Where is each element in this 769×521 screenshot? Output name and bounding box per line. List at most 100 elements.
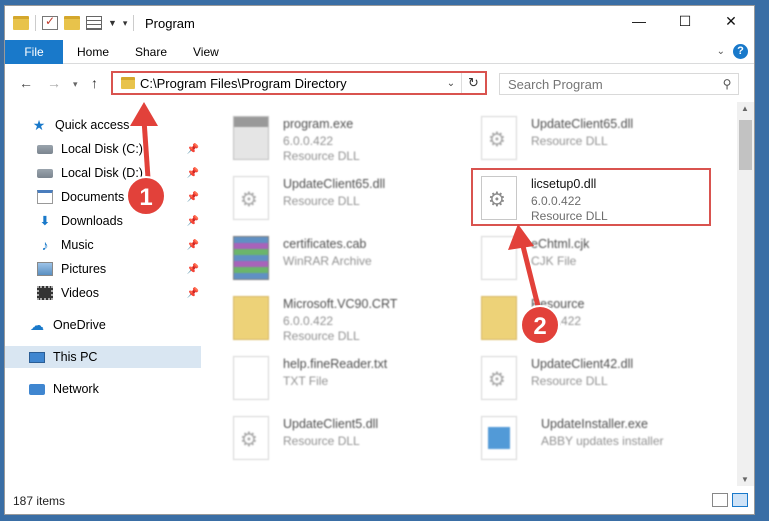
file-tile[interactable]: program.exe 6.0.0.422 Resource DLL [205,108,445,164]
file-tile[interactable]: UpdateClient42.dll Resource DLL [453,348,693,404]
file-detail: 6.0.0.422 [283,134,334,148]
up-button[interactable]: ↑ [91,75,98,91]
new-folder-icon[interactable] [64,16,80,30]
search-box[interactable]: ⚲ [499,73,739,95]
sidebar-item-label: Pictures [61,262,107,276]
close-button[interactable]: ✕ [708,6,754,36]
file-detail: Resource DLL [531,134,608,148]
sidebar-item-documents[interactable]: Documents 📌 [37,186,203,208]
pictures-icon [37,262,53,276]
tab-home[interactable]: Home [77,40,109,64]
vertical-scrollbar[interactable]: ▲ ▼ [737,102,754,486]
file-tile[interactable]: help.fineReader.txt TXT File [205,348,445,404]
tab-file[interactable]: File [5,40,63,64]
download-icon: ⬇ [39,214,51,228]
file-detail: Resource DLL [283,434,360,448]
recent-locations-button[interactable]: ▾ [73,79,78,90]
scroll-up-icon[interactable]: ▲ [741,104,749,113]
search-icon[interactable]: ⚲ [716,77,738,91]
view-options-icon[interactable] [86,16,102,30]
file-name: UpdateInstaller.exe [541,417,649,431]
pin-icon[interactable]: 📌 [187,144,199,155]
sidebar-item-downloads[interactable]: ⬇ Downloads 📌 [37,210,203,232]
sidebar-item-videos[interactable]: Videos 📌 [37,282,203,304]
sidebar-item-onedrive[interactable]: ☁ OneDrive [29,314,201,336]
maximize-button[interactable]: ☐ [662,6,708,36]
item-count: 187 items [13,494,66,508]
address-bar[interactable]: C:\Program Files\Program Directory ⌄ ↻ [111,71,487,95]
folder-icon [121,77,135,89]
dll-icon [481,356,517,400]
file-tile[interactable]: Microsoft.VC90.CRT 6.0.0.422 Resource DL… [205,288,445,344]
divider [133,15,135,31]
folder-icon [233,296,269,340]
details-view-icon[interactable] [712,493,728,507]
minimize-button[interactable]: — [616,6,662,36]
computer-icon [29,351,45,363]
installer-icon [481,416,517,460]
file-tile[interactable]: UpdateInstaller.exe ABBY updates install… [453,408,693,464]
tab-share[interactable]: Share [135,40,167,64]
disk-icon [37,144,53,154]
chevron-down-icon[interactable]: ▼ [108,18,117,28]
scroll-thumb[interactable] [739,120,752,170]
sidebar-item-label: Local Disk (C:) [61,142,143,156]
file-name: UpdateClient65.dll [283,177,386,191]
highlight-box-licsetup0 [471,168,711,226]
pin-icon[interactable]: 📌 [187,216,199,227]
sidebar-item-network[interactable]: Network [29,378,201,400]
file-detail: Resource DLL [283,149,360,163]
file-name: eChtml.cjk [531,237,590,251]
tab-view[interactable]: View [193,40,219,64]
file-tile[interactable]: UpdateClient5.dll Resource DLL [205,408,445,464]
sidebar-item-music[interactable]: ♪ Music 📌 [37,234,203,256]
window-controls: — ☐ ✕ [616,6,754,36]
dll-icon [233,176,269,220]
exe-icon [233,116,269,160]
address-path[interactable]: C:\Program Files\Program Directory [140,76,441,91]
file-tile[interactable]: eChtml.cjk CJK File [453,228,693,284]
customize-toolbar-icon[interactable]: ▾ [123,18,128,29]
file-detail: Resource DLL [283,329,360,343]
sidebar-item-label: Quick access [55,118,130,132]
help-icon[interactable]: ? [733,44,748,59]
sidebar-item-local-disk-c[interactable]: Local Disk (C:) 📌 [37,138,203,160]
refresh-button[interactable]: ↻ [461,73,485,93]
chevron-down-icon[interactable]: ⌄ [441,78,461,89]
file-tile[interactable]: certificates.cab WinRAR Archive [205,228,445,284]
sidebar-item-quick-access[interactable]: ★ Quick access [31,114,203,136]
forward-button[interactable]: → [47,75,61,91]
properties-check-icon[interactable] [42,14,58,30]
file-tile[interactable]: UpdateClient65.dll Resource DLL [205,168,445,224]
navigation-bar: ← → ▾ ↑ C:\Program Files\Program Directo… [5,64,754,102]
archive-icon [233,236,269,280]
sidebar-item-label: Music [61,238,94,252]
pin-icon[interactable]: 📌 [187,240,199,251]
sidebar-item-local-disk-d[interactable]: Local Disk (D:) 📌 [37,162,203,184]
title-bar: ▼ ▾ Program — ☐ ✕ [5,6,754,40]
explorer-window: ▼ ▾ Program — ☐ ✕ File Home Share View ⌄… [4,5,755,515]
pin-icon[interactable]: 📌 [187,168,199,179]
sidebar-item-label: Network [53,382,99,396]
pin-icon[interactable]: 📌 [187,264,199,275]
sidebar-item-label: Local Disk (D:) [61,166,143,180]
large-icons-view-icon[interactable] [732,493,748,507]
scroll-down-icon[interactable]: ▼ [741,475,749,484]
back-button[interactable]: ← [19,75,33,91]
pin-icon[interactable]: 📌 [187,192,199,203]
file-detail: ABBY updates installer [541,434,664,448]
sidebar-item-label: OneDrive [53,318,106,332]
folder-icon [481,296,517,340]
pin-icon[interactable]: 📌 [187,288,199,299]
disk-icon [37,168,53,178]
sidebar-item-this-pc[interactable]: This PC [5,346,201,368]
chevron-down-icon[interactable]: ⌄ [717,46,725,57]
file-name: UpdateClient42.dll [531,357,634,371]
sidebar-item-pictures[interactable]: Pictures 📌 [37,258,203,280]
search-input[interactable] [500,76,716,92]
music-icon: ♪ [41,237,49,253]
dll-icon [481,116,517,160]
folder-icon [13,16,29,30]
file-tile[interactable]: Resource 6.0.0.422 [453,288,693,344]
file-tile[interactable]: UpdateClient65.dll Resource DLL [453,108,693,164]
